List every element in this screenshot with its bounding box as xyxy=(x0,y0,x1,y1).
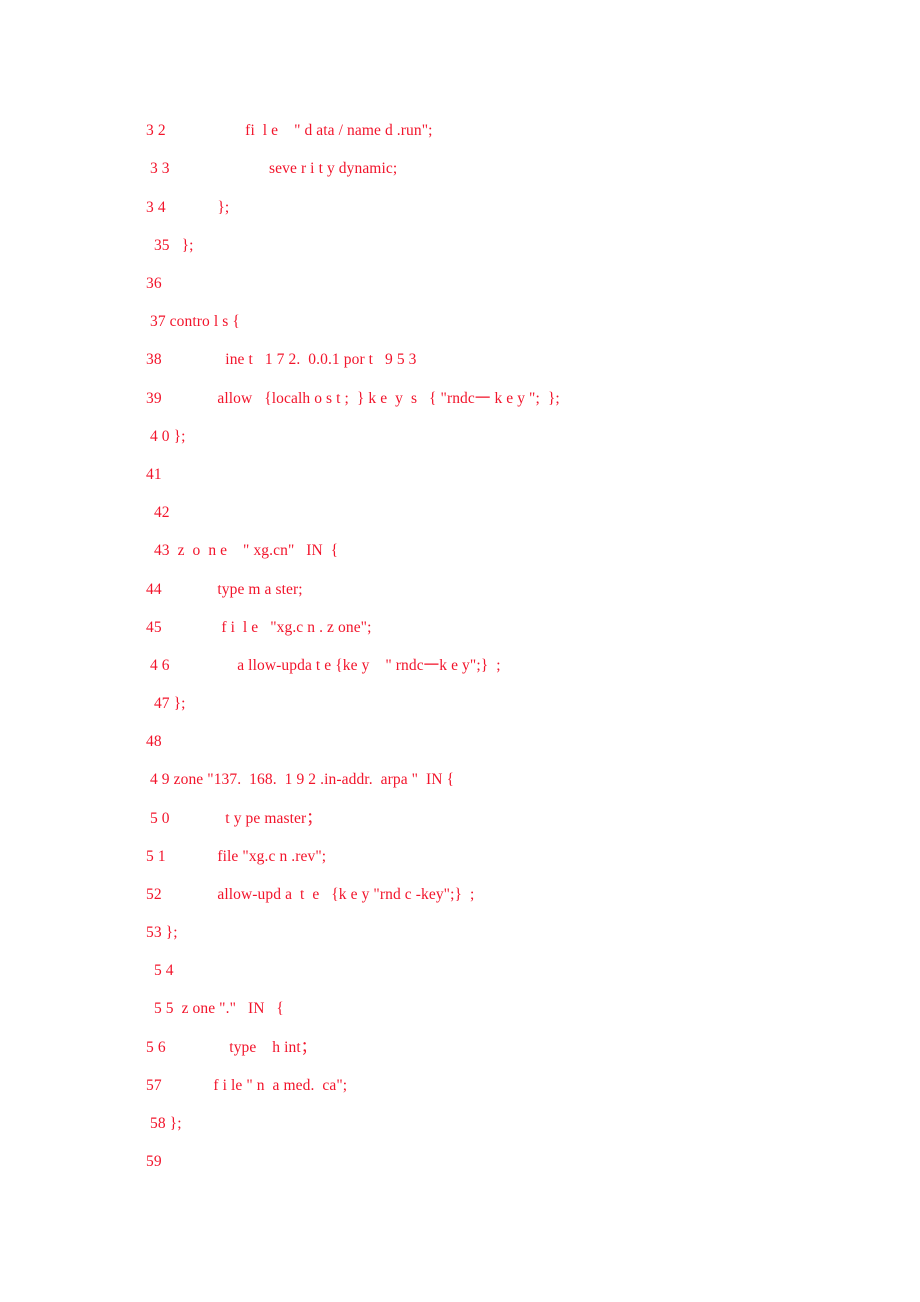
code-line: 58 }; xyxy=(146,1116,182,1132)
line-number: 39 xyxy=(146,390,162,407)
line-number: 43 xyxy=(146,542,170,559)
line-content: allow-upd a t e {k e y "rnd c -key";} ; xyxy=(161,886,475,903)
code-line: 3 2 fi l e " d ata / name d .run"; xyxy=(146,123,433,139)
code-line: 36 xyxy=(146,276,162,292)
code-line: 5 5 z one "." IN { xyxy=(146,1001,284,1017)
line-content: f i le " n a med. ca"; xyxy=(161,1077,348,1094)
line-number: 38 xyxy=(146,351,162,368)
line-number: 52 xyxy=(146,886,162,903)
line-number: 4 0 xyxy=(146,428,170,445)
line-number: 41 xyxy=(146,466,162,483)
code-line: 3 3 seve r i t y dynamic; xyxy=(146,161,397,177)
line-content: type h int； xyxy=(165,1039,317,1056)
code-line: 53 }; xyxy=(146,925,178,941)
code-line: 59 xyxy=(146,1154,162,1170)
code-line: 4 0 }; xyxy=(146,429,186,445)
line-content: }; xyxy=(169,428,186,445)
line-number: 57 xyxy=(146,1077,162,1094)
line-content: f i l e "xg.c n . z one"; xyxy=(161,619,372,636)
code-line: 5 6 type h int； xyxy=(146,1040,316,1056)
code-line: 38 ine t 1 7 2. 0.0.1 por t 9 5 3 xyxy=(146,352,417,368)
line-number: 3 4 xyxy=(146,199,166,216)
line-number: 3 2 xyxy=(146,122,166,139)
code-line: 48 xyxy=(146,734,162,750)
line-number: 4 6 xyxy=(146,657,170,674)
line-number: 4 9 xyxy=(146,771,170,788)
line-content: }; xyxy=(161,924,178,941)
code-line: 5 0 t y pe master； xyxy=(146,811,322,827)
line-number: 47 xyxy=(146,695,170,712)
line-content: file "xg.c n .rev"; xyxy=(165,848,327,865)
code-line: 41 xyxy=(146,467,162,483)
code-line: 52 allow-upd a t e {k e y "rnd c -key";}… xyxy=(146,887,474,903)
line-content: z one "." IN { xyxy=(173,1000,284,1017)
code-line: 5 4 xyxy=(146,963,174,979)
line-content: allow {localh o s t ; } k e y s { "rndc一… xyxy=(161,390,560,407)
line-content: a llow-upda t e {ke y " rndc一k e y";} ; xyxy=(169,657,501,674)
line-number: 5 0 xyxy=(146,810,170,827)
line-number: 59 xyxy=(146,1153,162,1170)
line-content: fi l e " d ata / name d .run"; xyxy=(165,122,433,139)
line-content: }; xyxy=(169,695,186,712)
code-line: 57 f i le " n a med. ca"; xyxy=(146,1078,347,1094)
line-content: }; xyxy=(165,199,230,216)
line-content: type m a ster; xyxy=(161,581,303,598)
line-content: z o n e " xg.cn" IN { xyxy=(169,542,339,559)
line-number: 44 xyxy=(146,581,162,598)
line-content: seve r i t y dynamic; xyxy=(169,160,398,177)
line-number: 5 6 xyxy=(146,1039,166,1056)
line-number: 3 3 xyxy=(146,160,170,177)
code-line: 39 allow {localh o s t ; } k e y s { "rn… xyxy=(146,391,560,407)
code-line: 47 }; xyxy=(146,696,186,712)
line-number: 5 4 xyxy=(146,962,174,979)
code-line: 4 9 zone "137. 168. 1 9 2 .in-addr. arpa… xyxy=(146,772,454,788)
code-line: 5 1 file "xg.c n .rev"; xyxy=(146,849,326,865)
line-number: 35 xyxy=(146,237,170,254)
line-number: 45 xyxy=(146,619,162,636)
line-content: }; xyxy=(169,237,194,254)
line-content: ine t 1 7 2. 0.0.1 por t 9 5 3 xyxy=(161,351,417,368)
line-number: 36 xyxy=(146,275,162,292)
code-line: 42 xyxy=(146,505,170,521)
code-line: 35 }; xyxy=(146,238,194,254)
line-content: zone "137. 168. 1 9 2 .in-addr. arpa " I… xyxy=(169,771,455,788)
line-content: }; xyxy=(165,1115,182,1132)
code-line: 37 contro l s { xyxy=(146,314,240,330)
line-number: 37 xyxy=(146,313,166,330)
code-line: 44 type m a ster; xyxy=(146,582,303,598)
code-line: 4 6 a llow-upda t e {ke y " rndc一k e y";… xyxy=(146,658,501,674)
line-content: t y pe master； xyxy=(169,810,322,827)
line-number: 48 xyxy=(146,733,162,750)
line-number: 58 xyxy=(146,1115,166,1132)
code-line: 43 z o n e " xg.cn" IN { xyxy=(146,543,338,559)
line-content: contro l s { xyxy=(165,313,240,330)
line-number: 53 xyxy=(146,924,162,941)
line-number: 5 1 xyxy=(146,848,166,865)
line-number: 5 5 xyxy=(146,1000,174,1017)
code-line: 45 f i l e "xg.c n . z one"; xyxy=(146,620,372,636)
code-line: 3 4 }; xyxy=(146,200,229,216)
document-page: 3 2 fi l e " d ata / name d .run"; 3 3 s… xyxy=(0,0,920,1302)
line-number: 42 xyxy=(146,504,170,521)
